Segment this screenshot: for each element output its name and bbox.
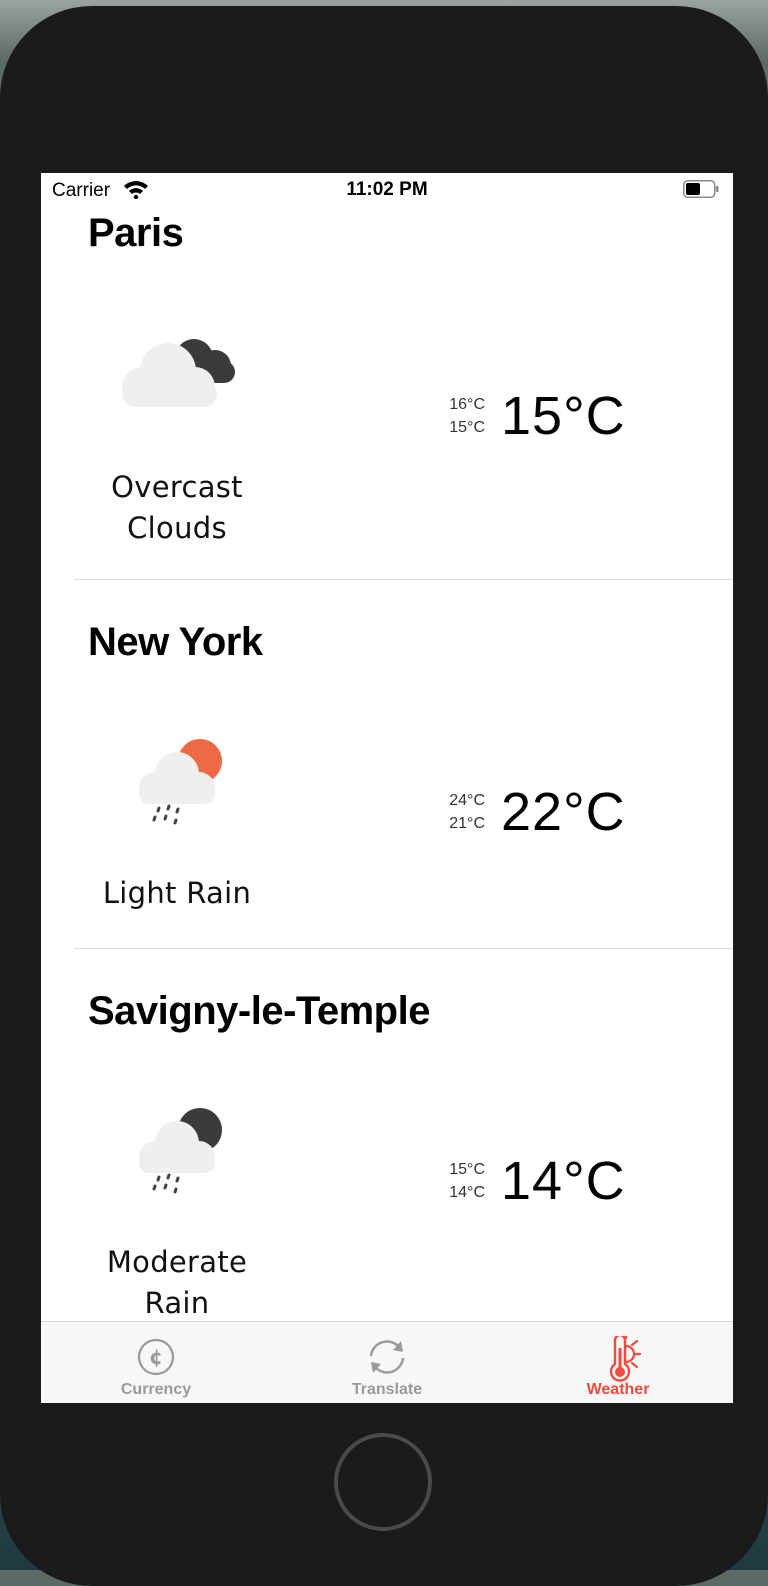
- tab-weather[interactable]: Weather: [503, 1322, 733, 1403]
- currency-icon: ¢: [137, 1338, 175, 1376]
- light-rain-sun-icon: [139, 739, 222, 825]
- tab-label: Currency: [120, 1381, 192, 1398]
- temp-min: 21°C: [449, 815, 485, 832]
- tab-currency[interactable]: ¢ Currency: [41, 1322, 271, 1403]
- weather-list[interactable]: Paris Overcast Clouds 16°C 15°C 15°C New…: [41, 207, 733, 1320]
- weather-description: Moderate Rain: [106, 1245, 248, 1320]
- tab-translate[interactable]: Translate: [272, 1322, 502, 1403]
- temp-range: 16°C 15°C: [437, 393, 485, 439]
- city-name: New York: [88, 620, 263, 664]
- tab-bar: ¢ Currency Translate Weather: [41, 1321, 733, 1403]
- temp-min: 15°C: [449, 419, 485, 436]
- thermometer-sun-icon: [609, 1336, 642, 1382]
- tab-label: Translate: [351, 1381, 423, 1398]
- svg-text:¢: ¢: [149, 1345, 163, 1369]
- temp-max: 15°C: [449, 1161, 485, 1178]
- current-temp: 14°C: [501, 1151, 626, 1211]
- city-name: Paris: [88, 211, 184, 255]
- status-time: 11:02 PM: [346, 179, 428, 200]
- translate-icon: [369, 1340, 405, 1374]
- status-bar: Carrier 11:02 PM: [41, 173, 733, 207]
- weather-description: Overcast Clouds: [111, 470, 243, 545]
- tab-label: Weather: [586, 1381, 650, 1398]
- weather-cell-savigny-le-temple[interactable]: Savigny-le-Temple Moderate Rain 15°C 14°…: [41, 949, 733, 1320]
- temp-min: 14°C: [449, 1184, 485, 1201]
- temp-max: 24°C: [449, 792, 485, 809]
- battery-icon: [683, 180, 719, 198]
- temp-max: 16°C: [449, 396, 485, 413]
- weather-cell-paris[interactable]: Paris Overcast Clouds 16°C 15°C 15°C: [41, 207, 733, 580]
- moderate-rain-moon-icon: [139, 1108, 222, 1194]
- current-temp: 15°C: [501, 386, 626, 446]
- temp-range: 15°C 14°C: [437, 1158, 485, 1204]
- overcast-clouds-icon: [122, 339, 235, 407]
- home-button[interactable]: [334, 1433, 432, 1531]
- app-screen: Carrier 11:02 PM Paris Overcast Clouds 1…: [41, 173, 733, 1403]
- temp-range: 24°C 21°C: [437, 789, 485, 835]
- current-temp: 22°C: [501, 782, 626, 842]
- city-name: Savigny-le-Temple: [88, 989, 430, 1033]
- weather-cell-new-york[interactable]: New York Light Rain 24°C 21°C 22°C: [41, 580, 733, 949]
- weather-description: Light Rain: [102, 876, 252, 910]
